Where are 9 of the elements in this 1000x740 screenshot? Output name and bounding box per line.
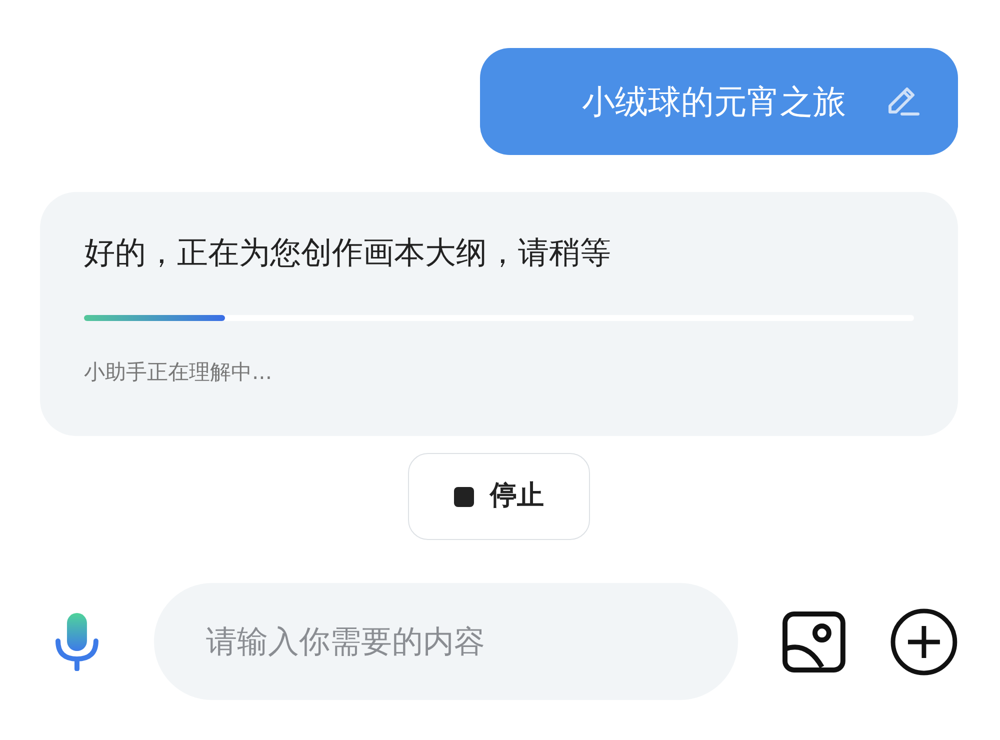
image-icon[interactable]	[782, 610, 846, 672]
stop-button[interactable]: 停止	[408, 453, 590, 540]
microphone-icon[interactable]	[54, 612, 100, 670]
add-icon[interactable]	[890, 608, 958, 676]
message-input[interactable]: 请输入你需要的内容	[154, 583, 738, 700]
stop-icon	[454, 486, 474, 506]
status-text: 小助手正在理解中...	[84, 358, 274, 386]
assistant-message: 好的，正在为您创作画本大纲，请稍等	[84, 234, 612, 273]
user-message-text: 小绒球的元宵之旅	[582, 80, 846, 123]
